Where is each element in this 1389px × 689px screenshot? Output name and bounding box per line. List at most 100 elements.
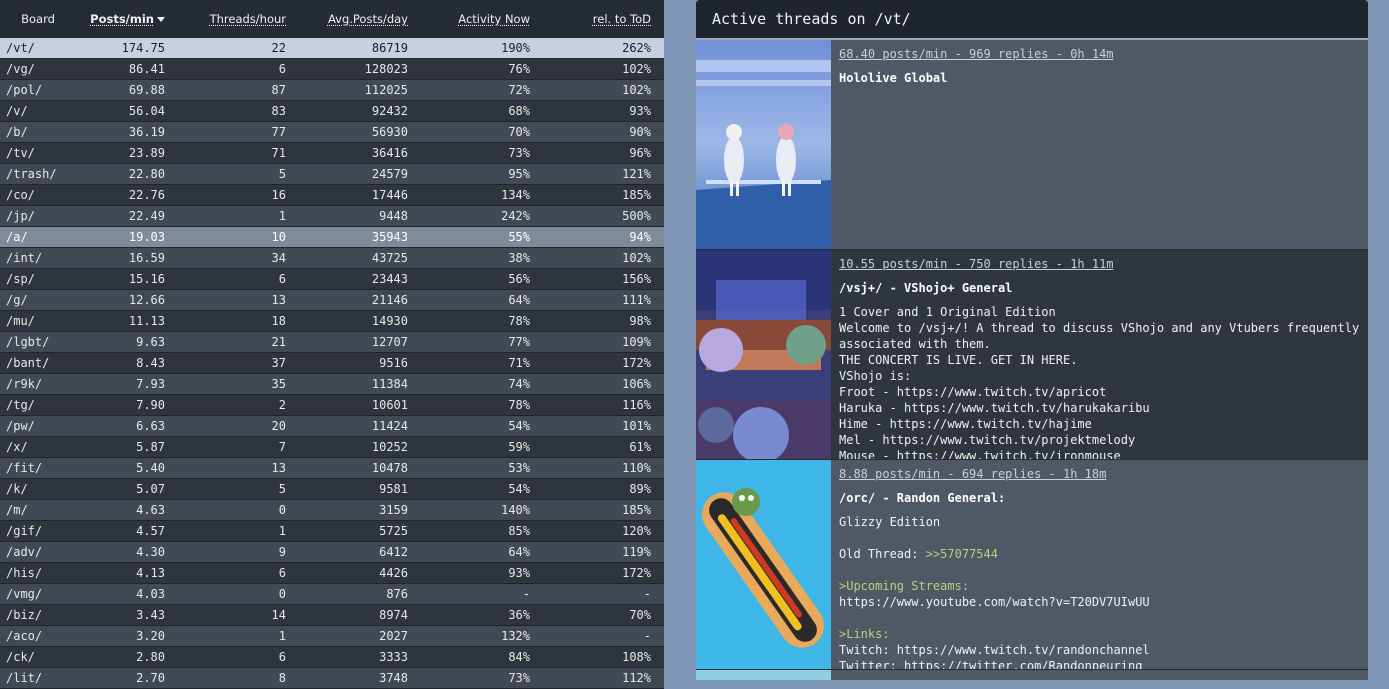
thread-card[interactable]: 68.40 posts/min - 969 replies - 0h 14m H…: [696, 40, 1368, 250]
table-row[interactable]: /pol/69.88 87 112025 72% 102%: [0, 80, 664, 101]
table-row[interactable]: /jp/22.49 1 9448 242% 500%: [0, 206, 664, 227]
header-threads-per-hour[interactable]: Threads/hour: [165, 12, 286, 26]
cell-avg-posts-per-day: 36416: [371, 146, 408, 160]
cell-board[interactable]: /v/: [0, 104, 70, 118]
table-row[interactable]: /vg/86.41 6 128023 76% 102%: [0, 59, 664, 80]
thread-text-line: Welcome to /vsj+/! A thread to discuss V…: [839, 320, 1360, 336]
cell-board[interactable]: /vmg/: [0, 587, 70, 601]
cell-rel-to-tod: 94%: [629, 230, 651, 244]
cell-posts-per-min: 16.59: [128, 251, 165, 265]
cell-board[interactable]: /int/: [0, 251, 70, 265]
table-row[interactable]: /co/22.76 16 17446 134% 185%: [0, 185, 664, 206]
table-row[interactable]: /vmg/4.03 0 876 - -: [0, 584, 664, 605]
cell-board[interactable]: /ck/: [0, 650, 70, 664]
table-row[interactable]: /biz/3.43 14 8974 36% 70%: [0, 605, 664, 626]
cell-board[interactable]: /sp/: [0, 272, 70, 286]
cell-board[interactable]: /pw/: [0, 419, 70, 433]
table-row[interactable]: /mu/11.13 18 14930 78% 98%: [0, 311, 664, 332]
header-avg-posts-per-day[interactable]: Avg.Posts/day: [286, 12, 408, 26]
table-row[interactable]: /g/12.66 13 21146 64% 111%: [0, 290, 664, 311]
table-row[interactable]: /aco/3.20 1 2027 132% -: [0, 626, 664, 647]
cell-threads-per-hour: 6: [278, 272, 286, 286]
cell-board[interactable]: /r9k/: [0, 377, 70, 391]
table-row[interactable]: /pw/6.63 20 11424 54% 101%: [0, 416, 664, 437]
cell-board[interactable]: /fit/: [0, 461, 70, 475]
cell-board[interactable]: /b/: [0, 125, 70, 139]
cell-board[interactable]: /biz/: [0, 608, 70, 622]
quote-link[interactable]: >>57077544: [926, 547, 998, 561]
cell-board[interactable]: /lgbt/: [0, 335, 70, 349]
thread-meta-link[interactable]: 10.55 posts/min - 750 replies - 1h 11m: [839, 256, 1360, 272]
cell-avg-posts-per-day: 876: [386, 587, 408, 601]
header-activity-now[interactable]: Activity Now: [408, 12, 530, 26]
cell-board[interactable]: /k/: [0, 482, 70, 496]
cell-board[interactable]: /m/: [0, 503, 70, 517]
table-row[interactable]: /int/16.59 34 43725 38% 102%: [0, 248, 664, 269]
table-row[interactable]: /his/4.13 6 4426 93% 172%: [0, 563, 664, 584]
cell-posts-per-min: 2.70: [136, 671, 165, 685]
cell-board[interactable]: /lit/: [0, 671, 70, 685]
cell-board[interactable]: /adv/: [0, 545, 70, 559]
header-posts-per-min[interactable]: Posts/min: [70, 12, 165, 26]
thread-text-segment: Mel - https://www.twitch.tv/projektmelod…: [839, 433, 1136, 447]
cell-board[interactable]: /jp/: [0, 209, 70, 223]
thread-card[interactable]: [696, 670, 1368, 680]
table-row[interactable]: /lit/2.70 8 3748 73% 112%: [0, 668, 664, 689]
table-row[interactable]: /ck/2.80 6 3333 84% 108%: [0, 647, 664, 668]
table-row[interactable]: /trash/22.80 5 24579 95% 121%: [0, 164, 664, 185]
cell-rel-to-tod: 120%: [622, 524, 651, 538]
cell-board[interactable]: /vt/: [0, 41, 70, 55]
cell-board[interactable]: /x/: [0, 440, 70, 454]
table-row[interactable]: /b/36.19 77 56930 70% 90%: [0, 122, 664, 143]
cell-board[interactable]: /trash/: [0, 167, 70, 181]
thread-thumbnail[interactable]: [696, 460, 831, 669]
cell-board[interactable]: /aco/: [0, 629, 70, 643]
cell-board[interactable]: /bant/: [0, 356, 70, 370]
cell-board[interactable]: /g/: [0, 293, 70, 307]
table-row[interactable]: /k/5.07 5 9581 54% 89%: [0, 479, 664, 500]
thread-subject: /orc/ - Randon General:: [839, 491, 1006, 505]
cell-avg-posts-per-day: 11424: [371, 419, 408, 433]
cell-board[interactable]: /co/: [0, 188, 70, 202]
cell-threads-per-hour: 9: [278, 545, 286, 559]
thread-card[interactable]: 10.55 posts/min - 750 replies - 1h 11m /…: [696, 250, 1368, 460]
thread-text: 1 Cover and 1 Original Edition Welcome to…: [839, 304, 1360, 459]
table-row[interactable]: /lgbt/9.63 21 12707 77% 109%: [0, 332, 664, 353]
table-row[interactable]: /tv/23.89 71 36416 73% 96%: [0, 143, 664, 164]
thread-meta-link[interactable]: 8.88 posts/min - 694 replies - 1h 18m: [839, 466, 1360, 482]
table-row[interactable]: /adv/4.30 9 6412 64% 119%: [0, 542, 664, 563]
table-row[interactable]: /fit/5.40 13 10478 53% 110%: [0, 458, 664, 479]
thread-thumbnail[interactable]: [696, 670, 831, 680]
cell-board[interactable]: /his/: [0, 566, 70, 580]
cell-activity-now: 84%: [508, 650, 530, 664]
cell-posts-per-min: 4.63: [136, 503, 165, 517]
cell-board[interactable]: /a/: [0, 230, 70, 244]
cell-board[interactable]: /vg/: [0, 62, 70, 76]
cell-avg-posts-per-day: 9581: [379, 482, 408, 496]
table-row[interactable]: /bant/8.43 37 9516 71% 172%: [0, 353, 664, 374]
table-row[interactable]: /m/4.63 0 3159 140% 185%: [0, 500, 664, 521]
cell-board[interactable]: /gif/: [0, 524, 70, 538]
table-row[interactable]: /a/19.03 10 35943 55% 94%: [0, 227, 664, 248]
table-row[interactable]: /gif/4.57 1 5725 85% 120%: [0, 521, 664, 542]
cell-threads-per-hour: 5: [278, 167, 286, 181]
cell-board[interactable]: /tg/: [0, 398, 70, 412]
table-row[interactable]: /vt/174.75 22 86719 190% 262%: [0, 38, 664, 59]
header-rel-to-tod[interactable]: rel. to ToD: [530, 12, 651, 26]
thread-thumbnail[interactable]: [696, 250, 831, 459]
cell-board[interactable]: /tv/: [0, 146, 70, 160]
table-row[interactable]: /x/5.87 7 10252 59% 61%: [0, 437, 664, 458]
table-row[interactable]: /sp/15.16 6 23443 56% 156%: [0, 269, 664, 290]
cell-rel-to-tod: 102%: [622, 83, 651, 97]
thread-text-line: VShojo is:: [839, 368, 1360, 384]
cell-posts-per-min: 2.80: [136, 650, 165, 664]
thread-card[interactable]: 8.88 posts/min - 694 replies - 1h 18m /o…: [696, 460, 1368, 670]
thread-thumbnail[interactable]: [696, 40, 831, 249]
table-row[interactable]: /v/56.04 83 92432 68% 93%: [0, 101, 664, 122]
table-row[interactable]: /r9k/7.93 35 11384 74% 106%: [0, 374, 664, 395]
thread-meta-link[interactable]: 68.40 posts/min - 969 replies - 0h 14m: [839, 46, 1360, 62]
cell-board[interactable]: /pol/: [0, 83, 70, 97]
cell-board[interactable]: /mu/: [0, 314, 70, 328]
table-row[interactable]: /tg/7.90 2 10601 78% 116%: [0, 395, 664, 416]
header-board[interactable]: Board: [0, 12, 70, 26]
